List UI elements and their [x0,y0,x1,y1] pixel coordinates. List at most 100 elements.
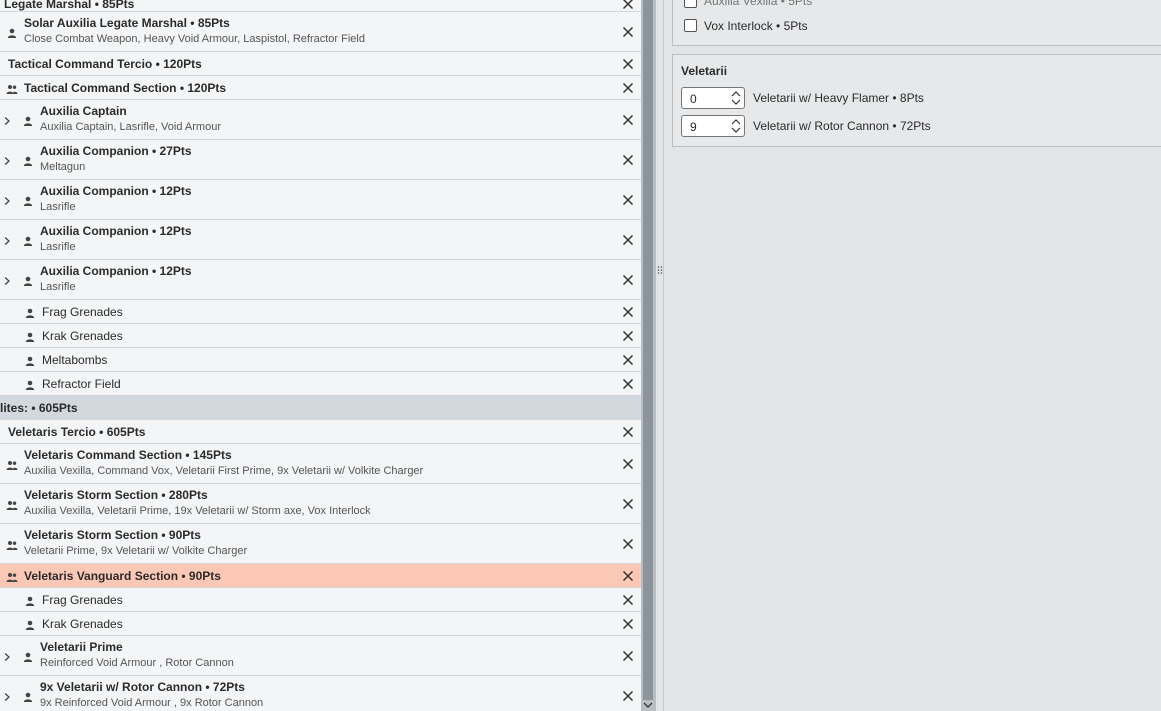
row-title: Auxilia Companion • 12Pts [40,264,192,278]
roster-row[interactable]: Auxilia Companion • 12Pts Lasrifle [0,180,641,220]
row-subtitle: Auxilia Vexilla, Veletarii Prime, 19x Ve… [24,505,371,517]
remove-button[interactable] [621,537,635,551]
group-icon [6,539,18,550]
chevron-right-icon[interactable] [2,651,12,661]
remove-button[interactable] [621,617,635,631]
roster-row[interactable]: Tactical Command Tercio • 120Pts [0,52,641,76]
remove-button[interactable] [621,329,635,343]
chevron-right-icon[interactable] [2,691,12,701]
group-icon [6,571,18,582]
roster-row[interactable]: Veletaris Storm Section • 280Pts Auxilia … [0,484,641,524]
row-title: Auxilia Companion • 27Pts [40,144,192,158]
roster-row[interactable]: Auxilia Companion • 12Pts Lasrifle [0,260,641,300]
person-icon [22,155,34,166]
group-icon [6,499,18,510]
scroll-down-icon[interactable] [643,701,653,710]
row-title: Refractor Field [42,376,121,391]
checkbox-vox-interlock[interactable] [684,19,697,32]
row-subtitle: Lasrifle [40,201,76,213]
panel-splitter[interactable] [656,0,664,711]
remove-button[interactable] [621,0,635,11]
chevron-right-icon[interactable] [2,275,12,285]
remove-button[interactable] [621,153,635,167]
checkbox-label: Auxilia Vexilla • 5Pts [704,0,813,8]
chevron-right-icon[interactable] [2,235,12,245]
remove-button[interactable] [621,57,635,71]
person-icon [24,619,36,630]
roster-row[interactable]: Veletaris Command Section • 145Pts Auxili… [0,444,641,484]
stepper-label: Veletarii w/ Rotor Cannon • 72Pts [753,119,931,133]
row-subtitle: Close Combat Weapon, Heavy Void Armour, … [24,33,365,45]
person-icon [22,275,34,286]
group-icon [6,459,18,470]
roster-row[interactable]: Frag Grenades [0,300,641,324]
roster-row[interactable]: Auxilia Companion • 27Pts Meltagun [0,140,641,180]
roster-row[interactable]: Refractor Field [0,372,641,396]
remove-button[interactable] [621,425,635,439]
chevron-right-icon[interactable] [2,115,12,125]
row-subtitle: Meltagun [40,161,86,173]
roster-row[interactable]: Krak Grenades [0,612,641,636]
row-subtitle: Auxilia Captain, Lasrifle, Void Armour [40,121,221,133]
remove-button[interactable] [621,593,635,607]
roster-row[interactable]: Auxilia Companion • 12Pts Lasrifle [0,220,641,260]
grip-icon[interactable] [657,265,663,277]
remove-button[interactable] [621,233,635,247]
roster-scrollbar[interactable] [641,0,656,711]
remove-button[interactable] [621,353,635,367]
roster-row[interactable]: Legate Marshal • 85Pts [0,0,641,12]
row-title: Frag Grenades [42,304,123,319]
row-title: Veletaris Storm Section • 90Pts [24,528,201,542]
roster-row[interactable]: Veletaris Vanguard Section • 90Pts [0,564,641,588]
roster-row[interactable]: Krak Grenades [0,324,641,348]
row-title: Veletaris Vanguard Section • 90Pts [24,568,221,583]
remove-button[interactable] [621,273,635,287]
person-icon [24,379,36,390]
stepper-arrows-icon[interactable] [731,118,741,134]
remove-button[interactable] [621,497,635,511]
row-title: Veletaris Command Section • 145Pts [24,448,232,462]
remove-button[interactable] [621,305,635,319]
row-title: Tactical Command Tercio • 120Pts [8,56,202,71]
options-box-title: Veletarii [681,64,728,78]
roster-row[interactable]: Solar Auxilia Legate Marshal • 85Pts Clos… [0,12,641,52]
roster-row[interactable]: Veletarii Prime Reinforced Void Armour , … [0,636,641,676]
remove-button[interactable] [621,649,635,663]
row-subtitle: Lasrifle [40,241,76,253]
person-icon [24,595,36,606]
remove-button[interactable] [621,193,635,207]
roster-row[interactable]: Auxilia Captain Auxilia Captain, Lasrifle… [0,100,641,140]
person-icon [22,235,34,246]
person-icon [22,115,34,126]
stepper-value: 0 [690,92,697,106]
remove-button[interactable] [621,113,635,127]
remove-button[interactable] [621,377,635,391]
row-subtitle: Lasrifle [40,281,76,293]
remove-button[interactable] [621,569,635,583]
chevron-right-icon[interactable] [2,155,12,165]
person-icon [24,307,36,318]
options-box-veletarii: Veletarii 0 Veletarii w/ Heavy Flamer • … [672,54,1161,147]
roster-row[interactable]: Veletaris Storm Section • 90Pts Veletarii… [0,524,641,564]
options-panel: Auxilia Vexilla • 5Pts Vox Interlock • 5… [664,0,1161,711]
remove-button[interactable] [621,25,635,39]
scrollbar-thumb[interactable] [643,0,653,700]
roster-row[interactable]: Frag Grenades [0,588,641,612]
stepper-arrows-icon[interactable] [731,90,741,106]
chevron-right-icon[interactable] [2,195,12,205]
roster-row[interactable]: Meltabombs [0,348,641,372]
row-subtitle: 9x Reinforced Void Armour , 9x Rotor Can… [40,697,264,709]
quantity-stepper-heavy-flamer[interactable]: 0 [681,87,745,109]
roster-row[interactable]: lites: • 605Pts [0,396,641,420]
remove-button[interactable] [621,457,635,471]
checkbox-auxilia-vexilla[interactable] [684,0,697,8]
roster-row[interactable]: Veletaris Tercio • 605Pts [0,420,641,444]
row-title: Auxilia Companion • 12Pts [40,224,192,238]
group-icon [6,83,18,94]
roster-row[interactable]: Tactical Command Section • 120Pts [0,76,641,100]
row-title: Veletaris Tercio • 605Pts [8,424,146,439]
roster-row[interactable]: 9x Veletarii w/ Rotor Cannon • 72Pts 9x R… [0,676,641,711]
quantity-stepper-rotor-cannon[interactable]: 9 [681,115,745,137]
remove-button[interactable] [621,689,635,703]
remove-button[interactable] [621,81,635,95]
